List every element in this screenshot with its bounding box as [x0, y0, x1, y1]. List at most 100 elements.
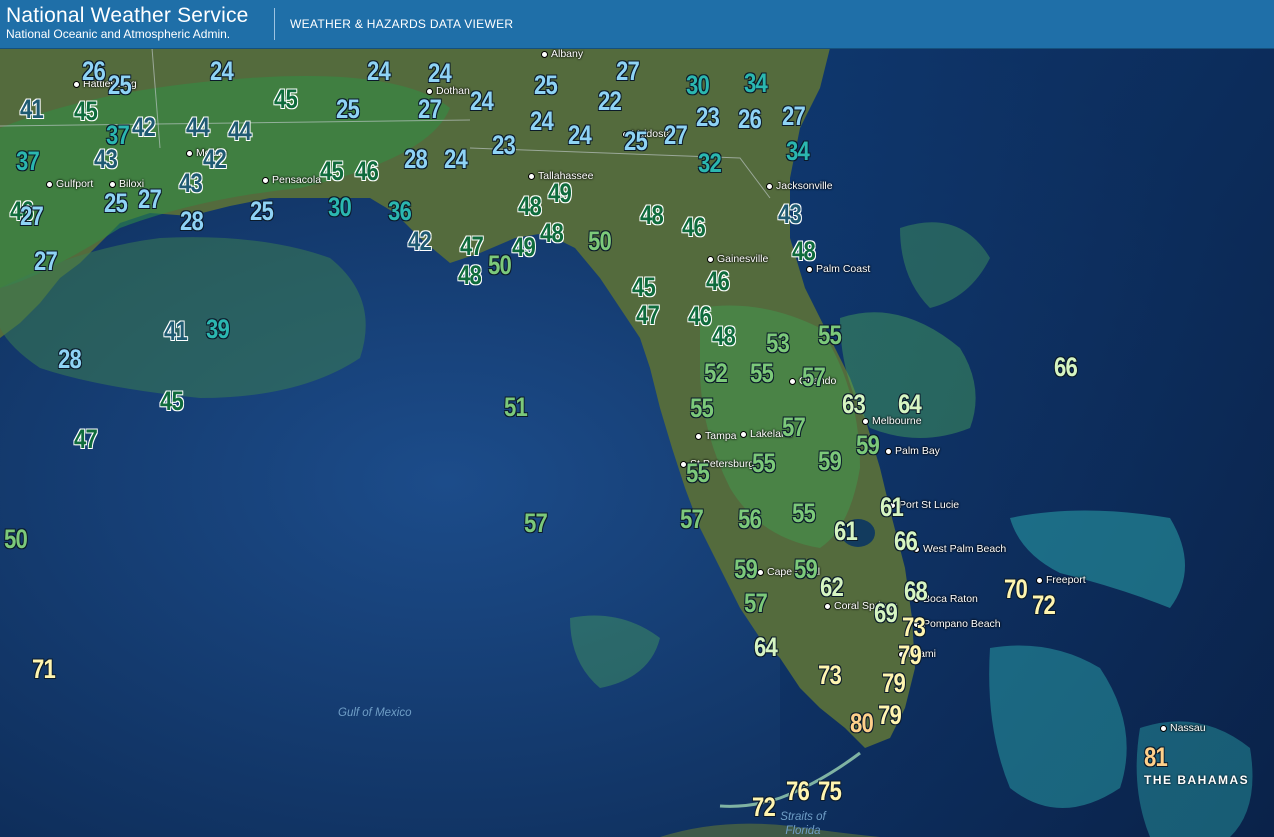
temperature-label[interactable]: 46 [706, 268, 730, 295]
temperature-label[interactable]: 28 [58, 346, 82, 373]
temperature-label[interactable]: 53 [766, 330, 790, 357]
temperature-label[interactable]: 66 [1054, 354, 1078, 381]
temperature-label[interactable]: 23 [696, 104, 720, 131]
temperature-label[interactable]: 55 [792, 500, 816, 527]
temperature-label[interactable]: 47 [460, 233, 484, 260]
temperature-label[interactable]: 24 [568, 122, 592, 149]
temperature-label[interactable]: 46 [688, 303, 712, 330]
temperature-label[interactable]: 49 [548, 180, 572, 207]
temperature-label[interactable]: 69 [874, 600, 898, 627]
temperature-label[interactable]: 45 [320, 158, 344, 185]
temperature-label[interactable]: 42 [408, 228, 432, 255]
temperature-label[interactable]: 42 [203, 146, 227, 173]
temperature-label[interactable]: 59 [818, 448, 842, 475]
temperature-label[interactable]: 73 [818, 662, 842, 689]
temperature-label[interactable]: 24 [444, 146, 468, 173]
temperature-label[interactable]: 32 [698, 150, 722, 177]
temperature-label[interactable]: 43 [94, 146, 118, 173]
temperature-label[interactable]: 51 [504, 394, 528, 421]
temperature-label[interactable]: 68 [904, 578, 928, 605]
temperature-label[interactable]: 44 [186, 114, 210, 141]
map-canvas[interactable]: Gulf of Mexico Straits of Florida THE BA… [0, 48, 1274, 837]
temperature-label[interactable]: 76 [786, 778, 810, 805]
temperature-label[interactable]: 57 [782, 414, 806, 441]
temperature-label[interactable]: 49 [512, 234, 536, 261]
temperature-label[interactable]: 79 [882, 670, 906, 697]
temperature-label[interactable]: 25 [250, 198, 274, 225]
temperature-label[interactable]: 27 [664, 122, 688, 149]
temperature-label[interactable]: 27 [616, 58, 640, 85]
temperature-label[interactable]: 57 [680, 506, 704, 533]
temperature-label[interactable]: 47 [636, 302, 660, 329]
temperature-label[interactable]: 25 [104, 190, 128, 217]
temperature-label[interactable]: 55 [818, 322, 842, 349]
temperature-label[interactable]: 44 [228, 118, 252, 145]
temperature-label[interactable]: 66 [894, 528, 918, 555]
temperature-label[interactable]: 80 [850, 710, 874, 737]
temperature-label[interactable]: 45 [632, 274, 656, 301]
brand-title[interactable]: National Weather Service [6, 4, 249, 28]
temperature-label[interactable]: 48 [458, 262, 482, 289]
temperature-label[interactable]: 36 [388, 198, 412, 225]
temperature-label[interactable]: 72 [1032, 592, 1056, 619]
temperature-label[interactable]: 43 [179, 170, 203, 197]
temperature-label[interactable]: 79 [878, 702, 902, 729]
temperature-label[interactable]: 34 [786, 138, 810, 165]
temperature-label[interactable]: 42 [132, 114, 156, 141]
temperature-label[interactable]: 47 [74, 426, 98, 453]
temperature-label[interactable]: 24 [530, 108, 554, 135]
temperature-label[interactable]: 25 [108, 72, 132, 99]
temperature-label[interactable]: 55 [752, 450, 776, 477]
temperature-label[interactable]: 30 [686, 72, 710, 99]
temperature-label[interactable]: 34 [744, 70, 768, 97]
temperature-label[interactable]: 61 [880, 494, 904, 521]
temperature-label[interactable]: 27 [782, 103, 806, 130]
temperature-label[interactable]: 24 [367, 58, 391, 85]
temperature-label[interactable]: 24 [470, 88, 494, 115]
temperature-label[interactable]: 22 [598, 88, 622, 115]
temperature-label[interactable]: 70 [1004, 576, 1028, 603]
temperature-label[interactable]: 52 [704, 360, 728, 387]
temperature-label[interactable]: 55 [686, 460, 710, 487]
temperature-label[interactable]: 45 [274, 86, 298, 113]
temperature-label[interactable]: 63 [842, 391, 866, 418]
temperature-label[interactable]: 26 [82, 58, 106, 85]
temperature-label[interactable]: 59 [794, 556, 818, 583]
temperature-label[interactable]: 41 [20, 96, 44, 123]
temperature-label[interactable]: 57 [802, 364, 826, 391]
temperature-label[interactable]: 39 [206, 316, 230, 343]
temperature-label[interactable]: 48 [518, 193, 542, 220]
temperature-label[interactable]: 56 [738, 506, 762, 533]
temperature-label[interactable]: 48 [640, 202, 664, 229]
temperature-label[interactable]: 81 [1144, 744, 1168, 771]
temperature-label[interactable]: 28 [404, 146, 428, 173]
temperature-label[interactable]: 24 [428, 60, 452, 87]
temperature-label[interactable]: 45 [74, 98, 98, 125]
temperature-label[interactable]: 23 [492, 132, 516, 159]
temperature-label[interactable]: 27 [418, 96, 442, 123]
temperature-label[interactable]: 25 [534, 72, 558, 99]
temperature-label[interactable]: 26 [738, 106, 762, 133]
temperature-label[interactable]: 57 [744, 590, 768, 617]
temperature-label[interactable]: 43 [778, 201, 802, 228]
temperature-label[interactable]: 72 [752, 794, 776, 821]
temperature-label[interactable]: 48 [540, 220, 564, 247]
temperature-label[interactable]: 48 [792, 238, 816, 265]
temperature-label[interactable]: 25 [336, 96, 360, 123]
temperature-label[interactable]: 59 [734, 556, 758, 583]
temperature-label[interactable]: 41 [164, 318, 188, 345]
temperature-label[interactable]: 50 [4, 526, 28, 553]
temperature-label[interactable]: 50 [488, 252, 512, 279]
temperature-label[interactable]: 55 [750, 360, 774, 387]
temperature-label[interactable]: 50 [588, 228, 612, 255]
temperature-label[interactable]: 27 [34, 248, 58, 275]
temperature-label[interactable]: 71 [32, 656, 56, 683]
temperature-label[interactable]: 64 [754, 634, 778, 661]
temperature-label[interactable]: 75 [818, 778, 842, 805]
temperature-label[interactable]: 30 [328, 194, 352, 221]
temperature-label[interactable]: 62 [820, 574, 844, 601]
temperature-label[interactable]: 25 [624, 128, 648, 155]
temperature-label[interactable]: 24 [210, 58, 234, 85]
temperature-label[interactable]: 64 [898, 391, 922, 418]
temperature-label[interactable]: 46 [682, 214, 706, 241]
